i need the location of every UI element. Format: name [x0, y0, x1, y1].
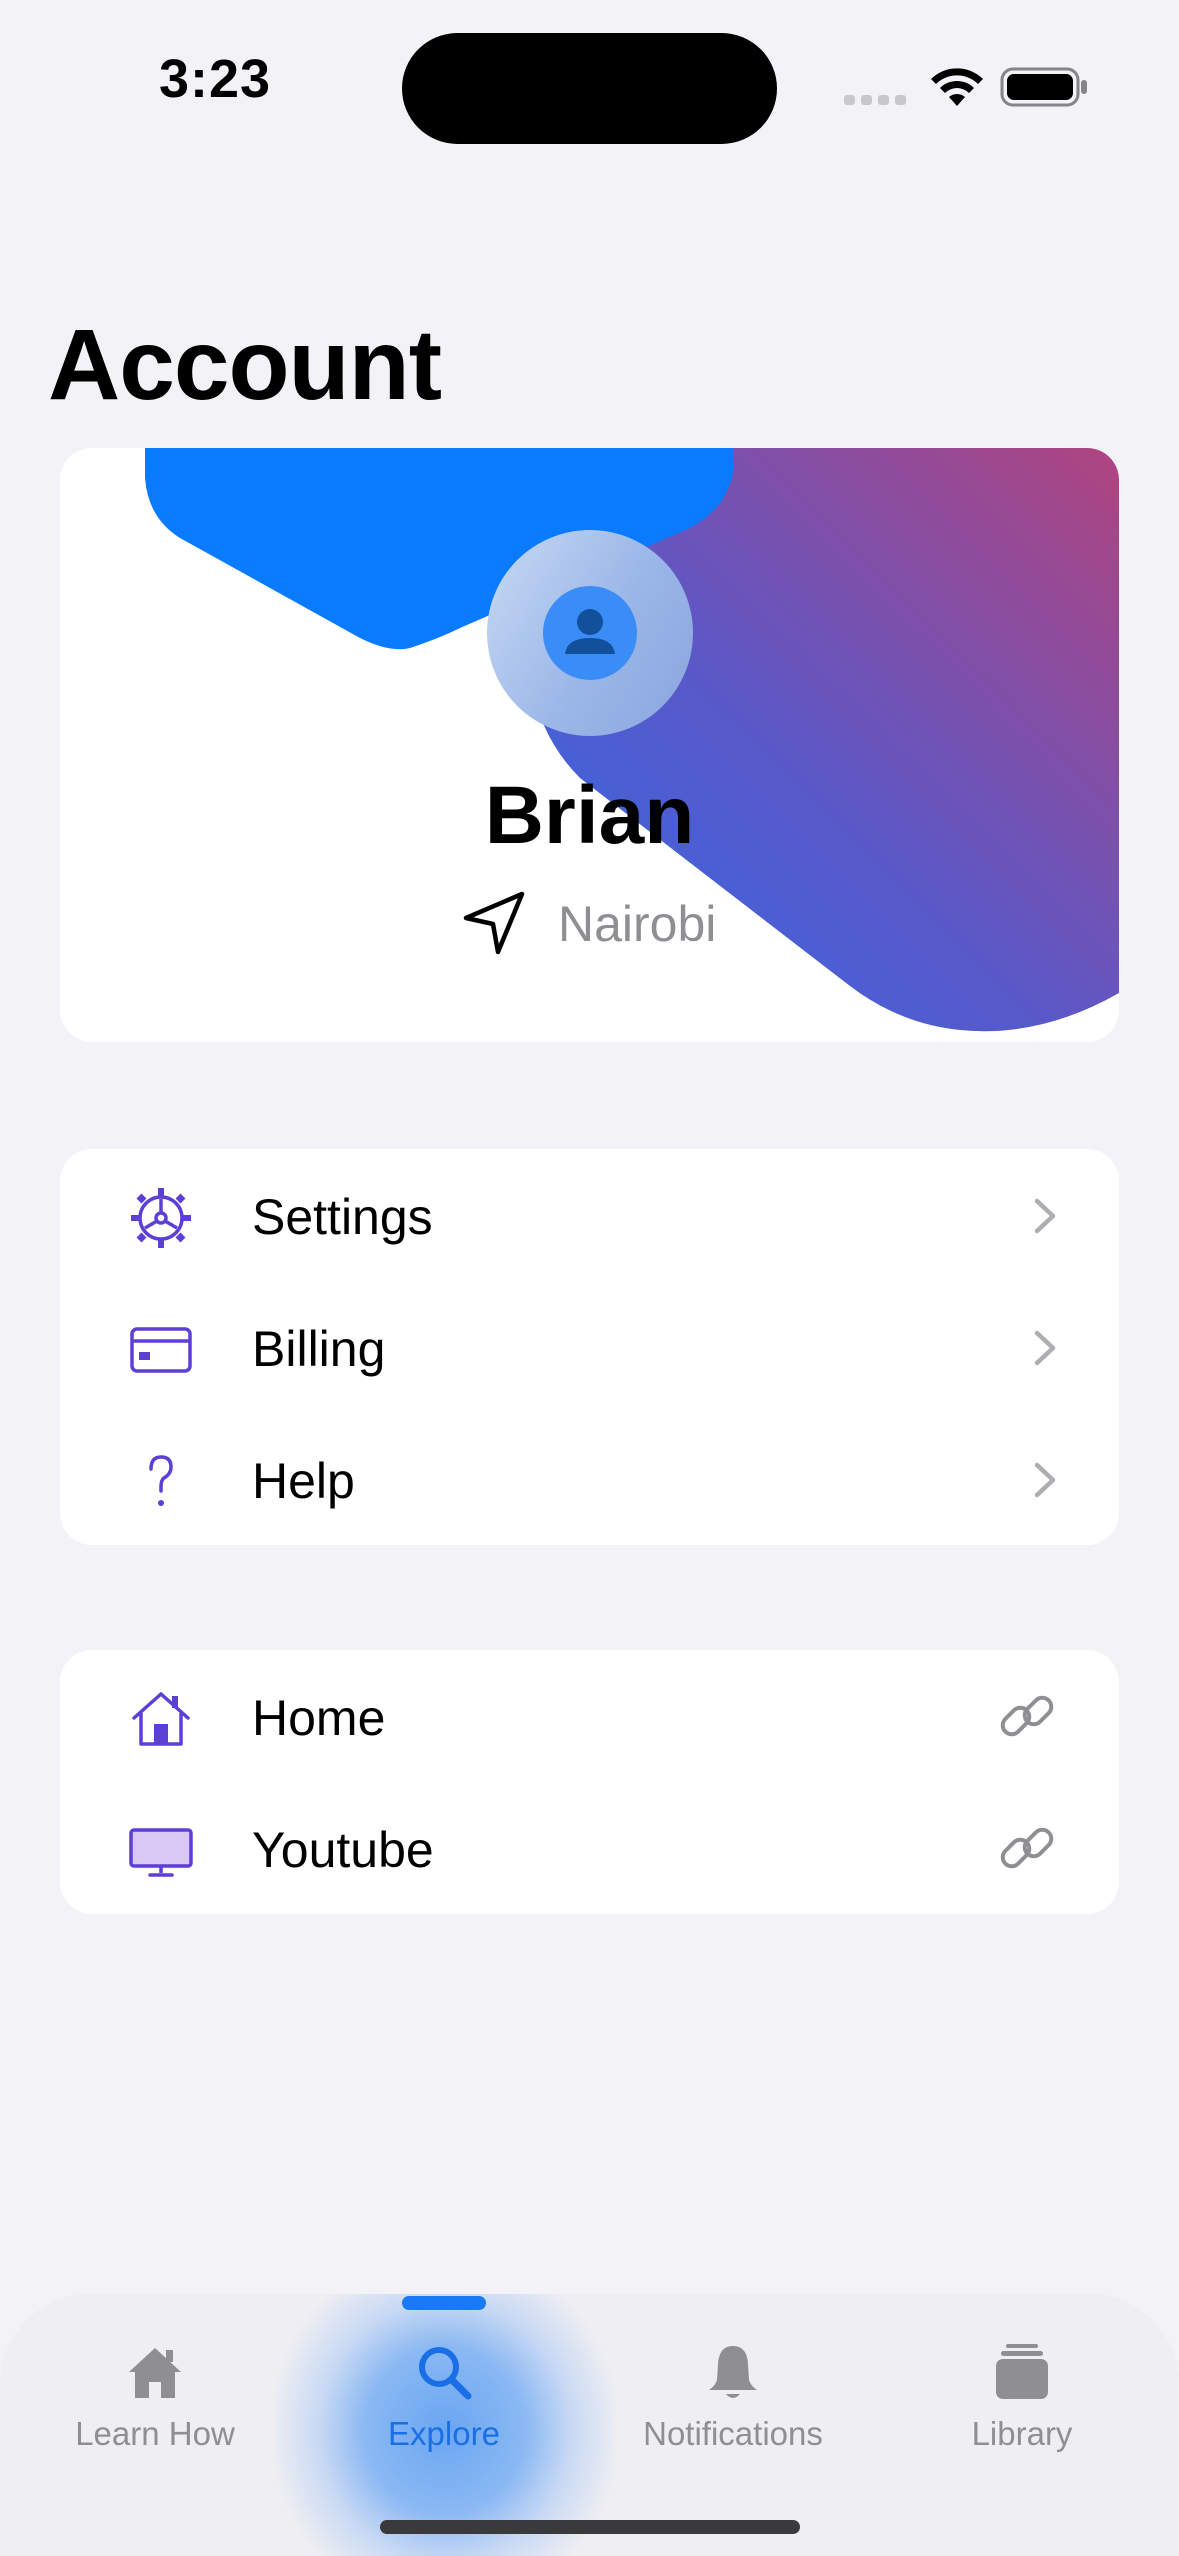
active-tab-indicator: [402, 2296, 486, 2310]
menu-row-billing[interactable]: Billing: [60, 1281, 1119, 1413]
signal-dots-icon: [844, 95, 908, 105]
menu-row-settings[interactable]: Settings: [60, 1149, 1119, 1281]
stack-icon: [996, 2344, 1048, 2399]
question-mark-icon: [149, 1455, 173, 1506]
page-title: Account: [48, 309, 442, 421]
battery-icon: [1000, 67, 1087, 107]
person-icon: [565, 609, 615, 654]
link-icon: [1000, 1827, 1054, 1869]
link-row-label: Home: [252, 1690, 386, 1746]
bell-icon: [709, 2346, 757, 2398]
tab-notifications[interactable]: Notifications: [603, 2340, 863, 2480]
house-fill-icon: [129, 2348, 181, 2398]
tab-library[interactable]: Library: [892, 2340, 1152, 2480]
status-icons: [840, 60, 1090, 110]
link-row-label: Youtube: [252, 1822, 434, 1878]
tab-explore[interactable]: Explore: [314, 2340, 574, 2480]
menu-row-label: Billing: [252, 1321, 386, 1377]
links-list: Home Youtube: [60, 1650, 1119, 1914]
credit-card-icon: [130, 1327, 192, 1373]
menu-row-help[interactable]: Help: [60, 1413, 1119, 1545]
gear-icon: [131, 1188, 191, 1248]
chevron-right-icon: [1034, 1198, 1056, 1234]
location-row: Nairobi: [460, 888, 860, 958]
tab-learn-how[interactable]: Learn How: [25, 2340, 285, 2480]
tab-label: Notifications: [643, 2415, 823, 2452]
menu-list: Settings Billing Help: [60, 1149, 1119, 1545]
dynamic-island: [402, 33, 777, 144]
location-text: Nairobi: [558, 896, 717, 952]
avatar[interactable]: [487, 530, 693, 736]
chevron-right-icon: [1034, 1462, 1056, 1498]
status-time: 3:23: [158, 49, 272, 109]
wifi-icon: [931, 68, 983, 106]
magnifying-glass-icon: [419, 2347, 472, 2400]
link-icon: [1000, 1695, 1054, 1737]
tab-label: Library: [971, 2415, 1073, 2452]
profile-name: Brian: [484, 770, 695, 861]
home-indicator[interactable]: [380, 2520, 800, 2534]
menu-row-label: Help: [252, 1453, 355, 1509]
display-icon: [129, 1828, 193, 1877]
link-row-home[interactable]: Home: [60, 1650, 1119, 1782]
house-icon: [132, 1692, 190, 1746]
chevron-right-icon: [1034, 1330, 1056, 1366]
tab-label: Explore: [388, 2415, 500, 2452]
menu-row-label: Settings: [252, 1189, 433, 1245]
avatar-inner: [543, 586, 637, 680]
location-arrow-icon: [463, 891, 525, 955]
tab-label: Learn How: [75, 2415, 235, 2452]
link-row-youtube[interactable]: Youtube: [60, 1782, 1119, 1914]
profile-card: Brian Nairobi: [60, 448, 1119, 1042]
